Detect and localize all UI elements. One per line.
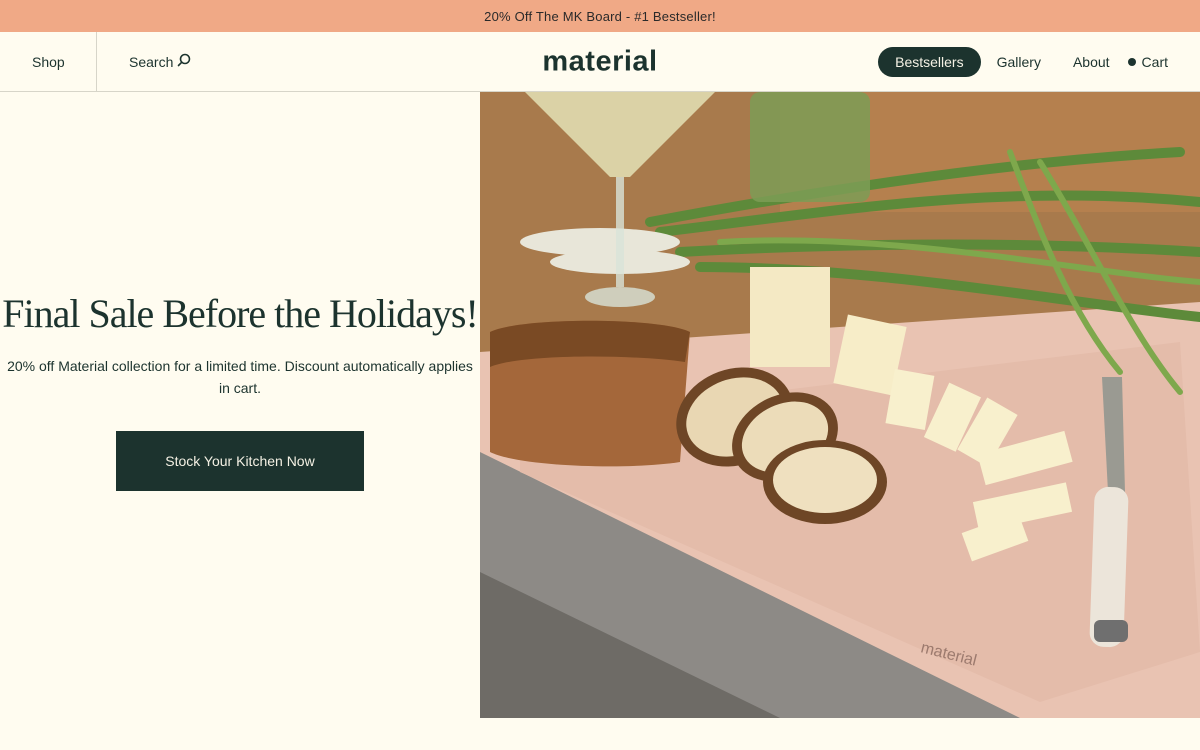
bestsellers-label: Bestsellers [895, 53, 964, 70]
hero-image: material [480, 92, 1200, 718]
cutting-board-photo: material [480, 92, 1200, 718]
gallery-link[interactable]: Gallery [997, 54, 1041, 70]
shop-label: Shop [32, 53, 65, 70]
promo-text: 20% Off The MK Board - #1 Bestseller! [484, 8, 716, 24]
search-icon [178, 53, 191, 66]
stock-kitchen-button[interactable]: Stock Your Kitchen Now [116, 430, 364, 491]
cart-button[interactable]: Cart [1127, 53, 1168, 70]
hero-title: Final Sale Before the Holidays! [2, 290, 479, 336]
hero-text: Final Sale Before the Holidays! 20% off … [0, 92, 480, 718]
bestsellers-button[interactable]: Bestsellers [878, 46, 981, 77]
cart-dot-icon [1127, 57, 1136, 66]
search-button[interactable]: Search [97, 53, 191, 70]
logo[interactable]: material [542, 45, 657, 78]
main-nav: Shop Search material Bestsellers Gallery… [0, 32, 1200, 92]
nav-left: Shop Search [0, 32, 191, 91]
search-label: Search [129, 53, 174, 70]
cta-label: Stock Your Kitchen Now [165, 452, 315, 469]
hero-section: Final Sale Before the Holidays! 20% off … [0, 92, 1200, 718]
shop-link[interactable]: Shop [0, 32, 97, 91]
promo-banner[interactable]: 20% Off The MK Board - #1 Bestseller! [0, 0, 1200, 32]
cart-label: Cart [1141, 53, 1168, 70]
about-link[interactable]: About [1073, 54, 1110, 70]
hero-subtitle: 20% off Material collection for a limite… [7, 357, 473, 396]
nav-right: Bestsellers Gallery About Cart [878, 32, 1200, 91]
